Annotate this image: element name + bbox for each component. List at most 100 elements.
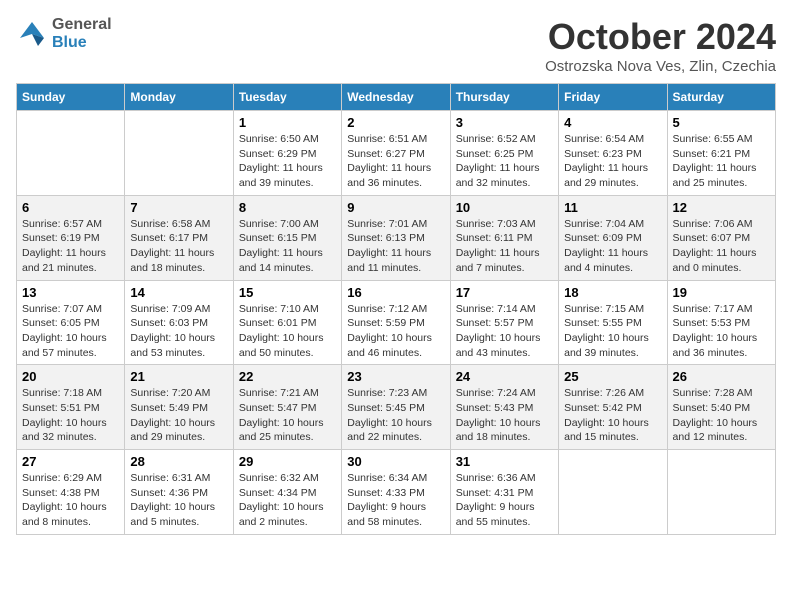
- calendar-header-sunday: Sunday: [17, 84, 125, 111]
- day-number: 2: [347, 115, 444, 130]
- logo-blue: Blue: [52, 34, 112, 52]
- calendar-cell: 7 Sunrise: 6:58 AM Sunset: 6:17 PM Daylig…: [125, 195, 233, 280]
- calendar-header-friday: Friday: [559, 84, 667, 111]
- day-number: 10: [456, 200, 553, 215]
- day-info: Sunrise: 7:23 AM Sunset: 5:45 PM Dayligh…: [347, 386, 444, 445]
- day-number: 11: [564, 200, 661, 215]
- day-number: 12: [673, 200, 770, 215]
- day-info: Sunrise: 6:54 AM Sunset: 6:23 PM Dayligh…: [564, 132, 661, 191]
- day-number: 30: [347, 454, 444, 469]
- day-number: 8: [239, 200, 336, 215]
- calendar-table: SundayMondayTuesdayWednesdayThursdayFrid…: [16, 83, 776, 535]
- day-info: Sunrise: 7:26 AM Sunset: 5:42 PM Dayligh…: [564, 386, 661, 445]
- calendar-cell: 27 Sunrise: 6:29 AM Sunset: 4:38 PM Dayli…: [17, 450, 125, 535]
- calendar-cell: 13Sunrise: 7:07 AM Sunset: 6:05 PM Dayli…: [17, 280, 125, 365]
- calendar-cell: 8 Sunrise: 7:00 AM Sunset: 6:15 PM Daylig…: [233, 195, 341, 280]
- calendar-week-row: 27 Sunrise: 6:29 AM Sunset: 4:38 PM Dayli…: [17, 450, 776, 535]
- calendar-cell: 26 Sunrise: 7:28 AM Sunset: 5:40 PM Dayli…: [667, 365, 775, 450]
- calendar-cell: 10 Sunrise: 7:03 AM Sunset: 6:11 PM Dayli…: [450, 195, 558, 280]
- day-info: Sunrise: 7:21 AM Sunset: 5:47 PM Dayligh…: [239, 386, 336, 445]
- day-info: Sunrise: 7:17 AM Sunset: 5:53 PM Dayligh…: [673, 302, 770, 361]
- day-number: 29: [239, 454, 336, 469]
- day-info: Sunrise: 7:14 AM Sunset: 5:57 PM Dayligh…: [456, 302, 553, 361]
- calendar-cell: [667, 450, 775, 535]
- day-info: Sunrise: 7:18 AM Sunset: 5:51 PM Dayligh…: [22, 386, 119, 445]
- calendar-header-monday: Monday: [125, 84, 233, 111]
- day-info: Sunrise: 6:58 AM Sunset: 6:17 PM Dayligh…: [130, 217, 227, 276]
- calendar-cell: 24 Sunrise: 7:24 AM Sunset: 5:43 PM Dayli…: [450, 365, 558, 450]
- calendar-cell: [559, 450, 667, 535]
- day-info: Sunrise: 6:55 AM Sunset: 6:21 PM Dayligh…: [673, 132, 770, 191]
- calendar-cell: 4Sunrise: 6:54 AM Sunset: 6:23 PM Daylig…: [559, 111, 667, 196]
- calendar-week-row: 1 Sunrise: 6:50 AM Sunset: 6:29 PM Daylig…: [17, 111, 776, 196]
- day-number: 28: [130, 454, 227, 469]
- day-info: Sunrise: 7:01 AM Sunset: 6:13 PM Dayligh…: [347, 217, 444, 276]
- day-number: 22: [239, 369, 336, 384]
- day-number: 25: [564, 369, 661, 384]
- calendar-cell: 12 Sunrise: 7:06 AM Sunset: 6:07 PM Dayli…: [667, 195, 775, 280]
- logo-general: General: [52, 16, 112, 34]
- calendar-cell: 30Sunrise: 6:34 AM Sunset: 4:33 PM Dayli…: [342, 450, 450, 535]
- logo: General Blue: [16, 16, 112, 51]
- calendar-cell: 20 Sunrise: 7:18 AM Sunset: 5:51 PM Dayli…: [17, 365, 125, 450]
- calendar-header-saturday: Saturday: [667, 84, 775, 111]
- day-number: 26: [673, 369, 770, 384]
- calendar-cell: 5 Sunrise: 6:55 AM Sunset: 6:21 PM Daylig…: [667, 111, 775, 196]
- day-number: 14: [130, 285, 227, 300]
- day-number: 7: [130, 200, 227, 215]
- calendar-cell: 19 Sunrise: 7:17 AM Sunset: 5:53 PM Dayli…: [667, 280, 775, 365]
- calendar-cell: 17Sunrise: 7:14 AM Sunset: 5:57 PM Dayli…: [450, 280, 558, 365]
- day-number: 9: [347, 200, 444, 215]
- day-number: 31: [456, 454, 553, 469]
- calendar-cell: 14 Sunrise: 7:09 AM Sunset: 6:03 PM Dayli…: [125, 280, 233, 365]
- day-info: Sunrise: 7:06 AM Sunset: 6:07 PM Dayligh…: [673, 217, 770, 276]
- day-number: 27: [22, 454, 119, 469]
- day-info: Sunrise: 7:28 AM Sunset: 5:40 PM Dayligh…: [673, 386, 770, 445]
- logo-icon: [16, 18, 48, 50]
- day-info: Sunrise: 6:31 AM Sunset: 4:36 PM Dayligh…: [130, 471, 227, 530]
- day-info: Sunrise: 6:57 AM Sunset: 6:19 PM Dayligh…: [22, 217, 119, 276]
- day-info: Sunrise: 7:24 AM Sunset: 5:43 PM Dayligh…: [456, 386, 553, 445]
- calendar-week-row: 13Sunrise: 7:07 AM Sunset: 6:05 PM Dayli…: [17, 280, 776, 365]
- day-info: Sunrise: 7:09 AM Sunset: 6:03 PM Dayligh…: [130, 302, 227, 361]
- calendar-week-row: 20 Sunrise: 7:18 AM Sunset: 5:51 PM Dayli…: [17, 365, 776, 450]
- calendar-header-thursday: Thursday: [450, 84, 558, 111]
- calendar-cell: [17, 111, 125, 196]
- calendar-cell: 3 Sunrise: 6:52 AM Sunset: 6:25 PM Daylig…: [450, 111, 558, 196]
- calendar-cell: 9 Sunrise: 7:01 AM Sunset: 6:13 PM Daylig…: [342, 195, 450, 280]
- calendar-cell: 28 Sunrise: 6:31 AM Sunset: 4:36 PM Dayli…: [125, 450, 233, 535]
- day-number: 3: [456, 115, 553, 130]
- day-info: Sunrise: 6:50 AM Sunset: 6:29 PM Dayligh…: [239, 132, 336, 191]
- calendar-cell: 23Sunrise: 7:23 AM Sunset: 5:45 PM Dayli…: [342, 365, 450, 450]
- month-title: October 2024: [545, 16, 776, 58]
- day-number: 5: [673, 115, 770, 130]
- calendar-cell: 11Sunrise: 7:04 AM Sunset: 6:09 PM Dayli…: [559, 195, 667, 280]
- day-info: Sunrise: 6:29 AM Sunset: 4:38 PM Dayligh…: [22, 471, 119, 530]
- day-number: 1: [239, 115, 336, 130]
- calendar-cell: 22 Sunrise: 7:21 AM Sunset: 5:47 PM Dayli…: [233, 365, 341, 450]
- day-number: 13: [22, 285, 119, 300]
- day-info: Sunrise: 7:15 AM Sunset: 5:55 PM Dayligh…: [564, 302, 661, 361]
- day-number: 19: [673, 285, 770, 300]
- day-number: 24: [456, 369, 553, 384]
- calendar-cell: 21 Sunrise: 7:20 AM Sunset: 5:49 PM Dayli…: [125, 365, 233, 450]
- page-header: General Blue October 2024 Ostrozska Nova…: [16, 16, 776, 75]
- calendar-cell: 18Sunrise: 7:15 AM Sunset: 5:55 PM Dayli…: [559, 280, 667, 365]
- calendar-cell: 2Sunrise: 6:51 AM Sunset: 6:27 PM Daylig…: [342, 111, 450, 196]
- day-number: 21: [130, 369, 227, 384]
- day-number: 16: [347, 285, 444, 300]
- calendar-cell: 1 Sunrise: 6:50 AM Sunset: 6:29 PM Daylig…: [233, 111, 341, 196]
- calendar-header-row: SundayMondayTuesdayWednesdayThursdayFrid…: [17, 84, 776, 111]
- day-number: 15: [239, 285, 336, 300]
- day-number: 20: [22, 369, 119, 384]
- day-info: Sunrise: 7:03 AM Sunset: 6:11 PM Dayligh…: [456, 217, 553, 276]
- calendar-header-tuesday: Tuesday: [233, 84, 341, 111]
- day-info: Sunrise: 6:52 AM Sunset: 6:25 PM Dayligh…: [456, 132, 553, 191]
- day-info: Sunrise: 7:00 AM Sunset: 6:15 PM Dayligh…: [239, 217, 336, 276]
- calendar-cell: 31Sunrise: 6:36 AM Sunset: 4:31 PM Dayli…: [450, 450, 558, 535]
- day-info: Sunrise: 7:20 AM Sunset: 5:49 PM Dayligh…: [130, 386, 227, 445]
- day-number: 6: [22, 200, 119, 215]
- calendar-header-wednesday: Wednesday: [342, 84, 450, 111]
- title-section: October 2024 Ostrozska Nova Ves, Zlin, C…: [545, 16, 776, 75]
- calendar-cell: 29Sunrise: 6:32 AM Sunset: 4:34 PM Dayli…: [233, 450, 341, 535]
